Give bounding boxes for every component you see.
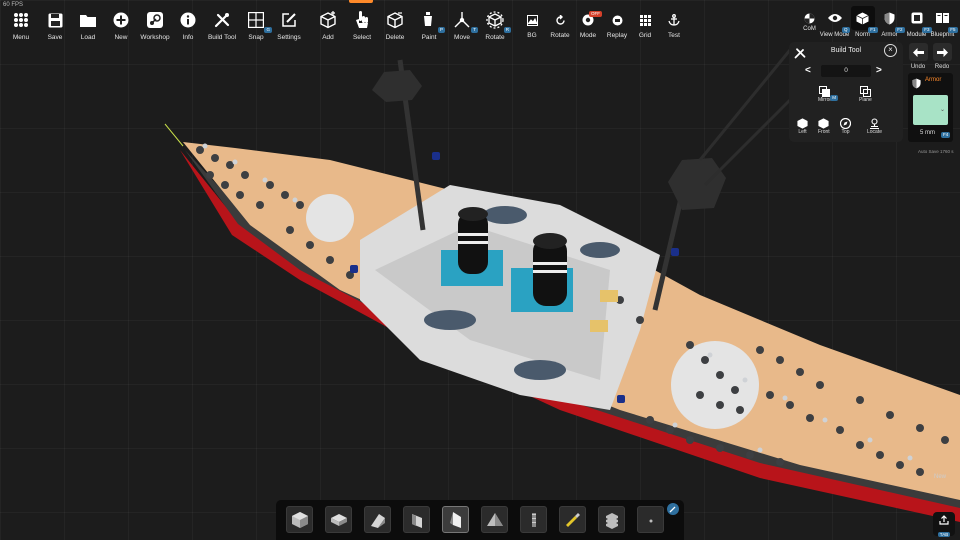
tools-icon: [211, 9, 233, 31]
redo-button[interactable]: Redo: [931, 43, 953, 73]
info-button[interactable]: Info: [169, 6, 207, 44]
arrow-right-icon: [932, 43, 952, 61]
center-of-mass-icon: [798, 6, 822, 30]
armor-label: Armor: [925, 77, 942, 83]
module-icon: F3: [905, 6, 932, 33]
chevron-right-icon[interactable]: >: [876, 64, 882, 78]
norm-button[interactable]: F1 Norm: [850, 6, 878, 42]
settings-button[interactable]: Settings: [270, 6, 308, 44]
cube-front-icon: [818, 116, 829, 129]
new-indicator: New: [934, 474, 947, 480]
build-tool-panel: Build Tool × < 0 > M Mirror Plane Left F…: [789, 42, 903, 142]
stairs-block-icon[interactable]: [598, 506, 625, 533]
armor-color-swatch[interactable]: ⌄: [913, 95, 948, 125]
blueprint-button[interactable]: F5 Blueprint: [930, 6, 958, 42]
slab-block-icon[interactable]: [325, 506, 352, 533]
mirror-button[interactable]: M Mirror: [818, 84, 839, 103]
grid-icon: G: [245, 9, 272, 33]
test-button[interactable]: Test: [655, 6, 693, 44]
small-dot-icon[interactable]: [637, 506, 664, 533]
arrow-left-icon: [908, 43, 928, 61]
plane-button[interactable]: Plane: [859, 84, 872, 103]
eyedropper-icon[interactable]: [667, 503, 679, 515]
shield-icon: F2: [878, 6, 905, 33]
move-axes-icon: T: [451, 9, 478, 33]
close-icon[interactable]: ×: [884, 44, 897, 57]
cube-left-icon: [797, 116, 808, 129]
folder-icon: [77, 9, 99, 31]
blueprint-icon: F5: [931, 6, 958, 33]
add-button[interactable]: Add: [309, 6, 347, 44]
undo-button[interactable]: Undo: [907, 43, 929, 73]
record-icon: [609, 12, 625, 28]
front-view-button[interactable]: Front: [818, 116, 830, 135]
paint-pen-icon[interactable]: [559, 506, 586, 533]
locate-button[interactable]: Locate: [867, 116, 882, 135]
wedge-block-icon[interactable]: [364, 506, 391, 533]
armor-selector[interactable]: Armor ⌄ 5 mm F4: [908, 73, 953, 142]
left-view-button[interactable]: Left: [797, 116, 808, 135]
cube-delete-icon: [384, 9, 406, 31]
plane-icon: [859, 84, 871, 97]
share-icon: [939, 512, 949, 530]
view-mode-button[interactable]: Q View Mode: [820, 6, 850, 42]
half-wedge-icon[interactable]: [403, 506, 430, 533]
armor-mode-button[interactable]: F2 Armor: [877, 6, 905, 42]
cube-block-icon[interactable]: [286, 506, 313, 533]
shield-icon: [912, 76, 921, 94]
anchor-icon: [666, 12, 682, 28]
top-view-button[interactable]: Top: [839, 116, 852, 135]
corner-wedge-icon[interactable]: [442, 506, 469, 533]
pipe-block-icon[interactable]: [520, 506, 547, 533]
stepper-value[interactable]: 0: [821, 65, 871, 77]
pencil-box-icon: [278, 9, 300, 31]
value-stepper: < 0 >: [803, 64, 889, 78]
image-icon: [524, 12, 540, 28]
rotate-button[interactable]: R Rotate: [476, 6, 514, 44]
hand-pointer-icon: [351, 9, 373, 31]
tab-toggle-button[interactable]: TAB: [933, 512, 955, 537]
block-palette: [276, 500, 684, 540]
cube-rotate-icon: R: [484, 9, 511, 33]
top-accent-bar: [349, 0, 373, 3]
plus-circle-icon: [110, 9, 132, 31]
module-button[interactable]: F3 Module: [904, 6, 932, 42]
autosave-status: Auto Save 1760 s: [918, 149, 954, 154]
floppy-icon: [44, 9, 66, 31]
grid-small-icon: [637, 12, 653, 28]
pyramid-block-icon[interactable]: [481, 506, 508, 533]
chevron-down-icon: ⌄: [939, 107, 945, 113]
delete-button[interactable]: Delete: [376, 6, 414, 44]
paint-bucket-icon: P: [418, 9, 445, 33]
rotate-icon: [552, 12, 568, 28]
steam-icon: [144, 9, 166, 31]
armor-thickness[interactable]: 5 mm: [920, 130, 935, 136]
grid-dots-icon: [10, 9, 32, 31]
com-button[interactable]: CoM: [797, 6, 822, 42]
shortcut-badge: F4: [941, 132, 951, 138]
eye-icon: Q: [823, 6, 850, 33]
info-icon: [177, 9, 199, 31]
locate-pin-icon: [869, 116, 880, 130]
menu-button[interactable]: Menu: [2, 6, 40, 44]
mirror-icon: M: [819, 84, 839, 101]
gear-mode-icon: OFF: [580, 11, 602, 28]
cube-add-icon: [317, 9, 339, 31]
cube-solid-icon: F1: [850, 6, 878, 33]
new-button[interactable]: New: [102, 6, 140, 44]
chevron-left-icon[interactable]: <: [805, 64, 811, 78]
compass-icon: [839, 116, 852, 130]
build-tool-button[interactable]: Build Tool: [203, 6, 241, 44]
